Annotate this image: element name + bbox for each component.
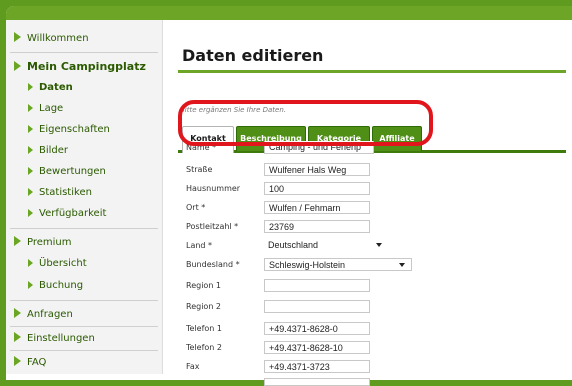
arrow-right-icon [28, 281, 33, 289]
arrow-right-icon [14, 308, 21, 318]
sidebar-item-statistiken[interactable]: Statistiken [28, 187, 92, 198]
sidebar-item-lage[interactable]: Lage [28, 103, 63, 114]
fax-field[interactable]: +49.4371-3723 [264, 360, 370, 373]
page-title: Daten editieren [182, 46, 324, 65]
state-select[interactable]: Schleswig-Holstein [264, 258, 412, 271]
field-label-ort: Ort * [186, 203, 206, 212]
arrow-right-icon [28, 146, 33, 154]
top-bar [6, 6, 572, 20]
sidebar-item-einstellungen[interactable]: Einstellungen [14, 332, 95, 344]
chevron-down-icon [399, 263, 405, 267]
field-label-region-1: Region 1 [186, 281, 222, 290]
field-label-region-2: Region 2 [186, 302, 222, 311]
title-divider [178, 70, 566, 73]
sidebar-item-label: Mein Campingplatz [27, 60, 146, 73]
region1-field[interactable] [264, 279, 370, 292]
sidebar-item-label: Bilder [39, 145, 69, 156]
region2-field[interactable] [264, 300, 370, 313]
sidebar-item-faq[interactable]: FAQ [14, 356, 46, 368]
state-select-value: Schleswig-Holstein [269, 260, 346, 270]
sidebar-item-label: Bewertungen [39, 166, 106, 177]
field-label-strasse: Straße [186, 165, 213, 174]
field-label-telefon-1: Telefon 1 [186, 324, 223, 333]
arrow-right-icon [28, 259, 33, 267]
field-label-postleitzahl: Postleitzahl * [186, 222, 239, 231]
arrow-right-icon [14, 356, 21, 366]
sidebar-item-label: Daten [39, 82, 73, 93]
sidebar-divider [10, 52, 158, 53]
sidebar-item-anfragen[interactable]: Anfragen [14, 308, 73, 320]
sidebar-item-premium[interactable]: Premium [14, 236, 72, 248]
country-select[interactable]: Deutschland [264, 239, 388, 252]
arrow-right-icon [14, 32, 21, 42]
sidebar-item-bilder[interactable]: Bilder [28, 145, 68, 156]
tabs-highlight-ring [178, 100, 433, 146]
field-label-bundesland: Bundesland * [186, 260, 240, 269]
city-field[interactable]: Wulfen / Fehmarn [264, 201, 370, 214]
arrow-right-icon [14, 332, 21, 342]
sidebar-item-label: Willkommen [27, 33, 89, 44]
street-field[interactable]: Wulfener Hals Weg [264, 163, 370, 176]
sidebar-item-buchung[interactable]: Buchung [28, 280, 83, 291]
chevron-down-icon [376, 243, 382, 247]
field-label-land: Land * [186, 241, 213, 250]
sidebar-item-label: Verfügbarkeit [39, 208, 107, 219]
field-label-fax: Fax [186, 362, 200, 371]
country-select-value: Deutschland [268, 240, 319, 250]
sidebar-divider [10, 326, 158, 327]
sidebar-item-willkommen[interactable]: Willkommen [14, 32, 89, 44]
arrow-right-icon [28, 209, 33, 217]
arrow-right-icon [28, 125, 33, 133]
sidebar-item-label: Statistiken [39, 187, 92, 198]
sidebar-divider [10, 300, 158, 301]
postcode-field[interactable]: 23769 [264, 220, 370, 233]
sidebar-item-label: Anfragen [27, 309, 73, 320]
arrow-right-icon [14, 236, 21, 246]
sidebar-divider [10, 350, 158, 351]
phone1-field[interactable]: +49.4371-8628-0 [264, 322, 370, 335]
arrow-right-icon [28, 83, 33, 91]
main-content: Daten editieren Bitte ergänzen Sie Ihre … [172, 22, 566, 386]
sidebar-item-label: Premium [27, 237, 72, 248]
sidebar-item-label: Einstellungen [27, 333, 95, 344]
sidebar-item-label: Buchung [39, 280, 84, 291]
sidebar-item-eigenschaften[interactable]: Eigenschaften [28, 124, 110, 135]
arrow-right-icon [14, 61, 21, 71]
next-field-partial[interactable] [264, 378, 370, 386]
field-label-hausnummer: Hausnummer [186, 184, 241, 193]
sidebar-item-label: Eigenschaften [39, 124, 110, 135]
sidebar-item-daten[interactable]: Daten [28, 82, 73, 93]
sidebar-item-verfuegbarkeit[interactable]: Verfügbarkeit [28, 208, 106, 219]
arrow-right-icon [28, 104, 33, 112]
sidebar-item-mein-campingplatz[interactable]: Mein Campingplatz [14, 60, 146, 73]
sidebar-item-bewertungen[interactable]: Bewertungen [28, 166, 106, 177]
field-label-telefon-2: Telefon 2 [186, 343, 223, 352]
phone2-field[interactable]: +49.4371-8628-10 [264, 341, 370, 354]
sidebar-item-uebersicht[interactable]: Übersicht [28, 258, 87, 269]
sidebar-divider [10, 228, 158, 229]
sidebar-item-label: Übersicht [39, 258, 87, 269]
arrow-right-icon [28, 167, 33, 175]
sidebar-item-label: Lage [39, 103, 64, 114]
sidebar-item-label: FAQ [27, 357, 47, 368]
sidebar: Willkommen Mein Campingplatz Daten Lage … [6, 20, 163, 374]
house-number-field[interactable]: 100 [264, 182, 370, 195]
arrow-right-icon [28, 188, 33, 196]
